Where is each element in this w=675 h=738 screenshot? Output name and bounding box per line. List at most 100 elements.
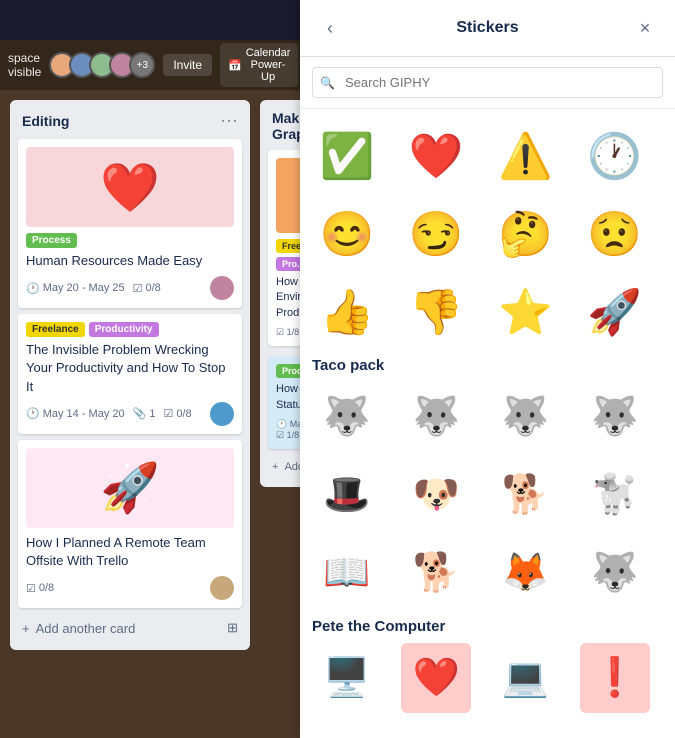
- search-wrapper: [312, 67, 663, 98]
- card-meta-5: 🕐 May 13...: [276, 419, 300, 430]
- sticker-worried[interactable]: 😟: [580, 199, 650, 269]
- label-freelance-4: Freelance: [276, 239, 300, 253]
- card-avatar-2: [210, 402, 234, 426]
- card-image-heart: ❤️: [26, 147, 234, 227]
- card-title-invisible: The Invisible Problem Wrecking Your Prod…: [26, 341, 234, 396]
- taco-sticker-12[interactable]: 🐺: [580, 538, 650, 608]
- stickers-header: ‹ Stickers ×: [300, 0, 675, 57]
- card-title-status: How To Give Your Status Update: [276, 382, 300, 413]
- sticker-smirk[interactable]: 😏: [401, 199, 471, 269]
- pete-sticker-3[interactable]: 💻: [491, 643, 561, 713]
- card-remote-team[interactable]: 🚀 How I Planned A Remote Team Offsite Wi…: [18, 440, 242, 608]
- pete-sticker-4[interactable]: ❗: [580, 643, 650, 713]
- stickers-search-container: [300, 57, 675, 109]
- label-process-5: Process: [276, 364, 300, 378]
- back-button[interactable]: ‹: [316, 14, 344, 42]
- clock-icon-2: 🕐: [26, 407, 40, 420]
- card-attachment: 📎 1: [133, 407, 156, 420]
- plus-icon: +: [22, 621, 30, 636]
- card-labels-2: Freelance Productivity: [26, 322, 234, 337]
- stickers-title: Stickers: [344, 19, 631, 37]
- card-checklist-3: ☑ 0/8: [26, 582, 54, 595]
- checklist-icon-2: ☑: [163, 407, 173, 420]
- stickers-panel: ‹ Stickers × ✅ ❤️ ⚠️ 🕐 😊 😏 🤔 😟 👍 👎 ⭐ 🚀: [300, 0, 675, 738]
- checklist-icon-3: ☑: [26, 582, 36, 595]
- card-title-remote: How I Planned A Remote Team Offsite With…: [26, 534, 234, 570]
- list-header-editing: Editing ···: [18, 108, 242, 133]
- taco-sticker-7[interactable]: 🐕: [491, 460, 561, 530]
- pete-sticker-2[interactable]: ❤️: [401, 643, 471, 713]
- taco-sticker-6[interactable]: 🐶: [401, 460, 471, 530]
- label-freelance: Freelance: [26, 322, 85, 337]
- taco-sticker-9[interactable]: 📖: [312, 538, 382, 608]
- list-making-graphics: Making Graphics 🖥️ Freelance Pro... How …: [260, 100, 300, 487]
- sticker-smile[interactable]: 😊: [312, 199, 382, 269]
- board-toolbar: space visible +3 Invite 📅 Calendar Power…: [0, 40, 300, 90]
- taco-sticker-4[interactable]: 🐺: [580, 382, 650, 452]
- label-productivity: Productivity: [89, 322, 159, 337]
- card-meta: 🕐 May 20 - May 25 ☑ 0/8: [26, 276, 234, 300]
- card-labels-5: Process: [276, 364, 300, 378]
- card-image-rocket: 🚀: [26, 448, 234, 528]
- taco-sticker-1[interactable]: 🐺: [312, 382, 382, 452]
- sticker-thumbsdown[interactable]: 👎: [401, 277, 471, 347]
- pete-title: Pete the Computer: [312, 618, 663, 635]
- taco-sticker-5[interactable]: 🎩: [312, 460, 382, 530]
- calendar-icon: 📅: [228, 59, 242, 72]
- basic-stickers-row-2: 😊 😏 🤔 😟: [312, 199, 663, 269]
- card-human-resources[interactable]: ❤️ Process Human Resources Made Easy 🕐 M…: [18, 139, 242, 308]
- sticker-checkmark[interactable]: ✅: [312, 121, 382, 191]
- sticker-thinking[interactable]: 🤔: [491, 199, 561, 269]
- add-card-button-making-graphics[interactable]: + Add another c...: [268, 455, 300, 479]
- card-checklist-2: ☑ 0/8: [163, 407, 191, 420]
- plus-icon-mg: +: [272, 461, 278, 473]
- list-header-making-graphics: Making Graphics: [268, 108, 300, 144]
- space-visible-label: space visible: [8, 51, 41, 79]
- member-avatars: +3: [49, 52, 155, 78]
- card-checklist: ☑ 0/8: [133, 282, 161, 295]
- template-icon: ⊞: [227, 620, 238, 636]
- taco-sticker-3[interactable]: 🐺: [491, 382, 561, 452]
- search-input[interactable]: [312, 67, 663, 98]
- taco-sticker-10[interactable]: 🐕: [401, 538, 471, 608]
- list-editing: Editing ··· ❤️ Process Human Resources M…: [10, 100, 250, 650]
- card-meta-4: ☑ 1/8: [276, 327, 300, 338]
- attachment-icon: 📎: [133, 407, 147, 420]
- card-date-2: 🕐 May 14 - May 20: [26, 407, 125, 420]
- sticker-heart[interactable]: ❤️: [401, 121, 471, 191]
- card-invisible-problem[interactable]: Freelance Productivity The Invisible Pro…: [18, 314, 242, 434]
- stickers-content: ✅ ❤️ ⚠️ 🕐 😊 😏 🤔 😟 👍 👎 ⭐ 🚀 Taco pack 🐺 🐺 …: [300, 109, 675, 738]
- taco-sticker-2[interactable]: 🐺: [401, 382, 471, 452]
- checklist-icon: ☑: [133, 282, 143, 295]
- sticker-rocket[interactable]: 🚀: [580, 277, 650, 347]
- sticker-thumbsup[interactable]: 👍: [312, 277, 382, 347]
- close-button[interactable]: ×: [631, 14, 659, 42]
- taco-sticker-8[interactable]: 🐩: [580, 460, 650, 530]
- member-count[interactable]: +3: [129, 52, 155, 78]
- card-meta-3: ☑ 0/8: [26, 576, 234, 600]
- pete-sticker-1[interactable]: 🖥️: [312, 643, 382, 713]
- invite-button[interactable]: Invite: [163, 54, 212, 76]
- taco-row-2: 🎩 🐶 🐕 🐩: [312, 460, 663, 530]
- sticker-star[interactable]: ⭐: [491, 277, 561, 347]
- taco-sticker-11[interactable]: 🦊: [491, 538, 561, 608]
- sticker-warning[interactable]: ⚠️: [491, 121, 561, 191]
- pete-row-1: 🖥️ ❤️ 💻 ❗: [312, 643, 663, 713]
- taco-pack-title: Taco pack: [312, 357, 663, 374]
- sticker-clock[interactable]: 🕐: [580, 121, 650, 191]
- list-menu-editing[interactable]: ···: [220, 110, 238, 131]
- card-status-update[interactable]: Process How To Give Your Status Update 🕐…: [268, 356, 300, 449]
- basic-stickers-row-3: 👍 👎 ⭐ 🚀: [312, 277, 663, 347]
- calendar-powerup-button[interactable]: 📅 Calendar Power-Up: [220, 43, 298, 87]
- card-meta-2: 🕐 May 14 - May 20 📎 1 ☑ 0/8: [26, 402, 234, 426]
- label-process: Process: [26, 233, 77, 248]
- basic-stickers-row-1: ✅ ❤️ ⚠️ 🕐: [312, 121, 663, 191]
- card-environment[interactable]: 🖥️ Freelance Pro... How Your Environ... …: [268, 150, 300, 346]
- list-title-editing: Editing: [22, 113, 69, 129]
- taco-row-3: 📖 🐕 🦊 🐺: [312, 538, 663, 608]
- card-title-environment: How Your Environ... Your Productivity: [276, 275, 300, 321]
- card-image-office: 🖥️: [276, 158, 300, 233]
- taco-row-1: 🐺 🐺 🐺 🐺: [312, 382, 663, 452]
- card-avatar: [210, 276, 234, 300]
- add-card-button-editing[interactable]: + Add another card ⊞: [18, 614, 242, 642]
